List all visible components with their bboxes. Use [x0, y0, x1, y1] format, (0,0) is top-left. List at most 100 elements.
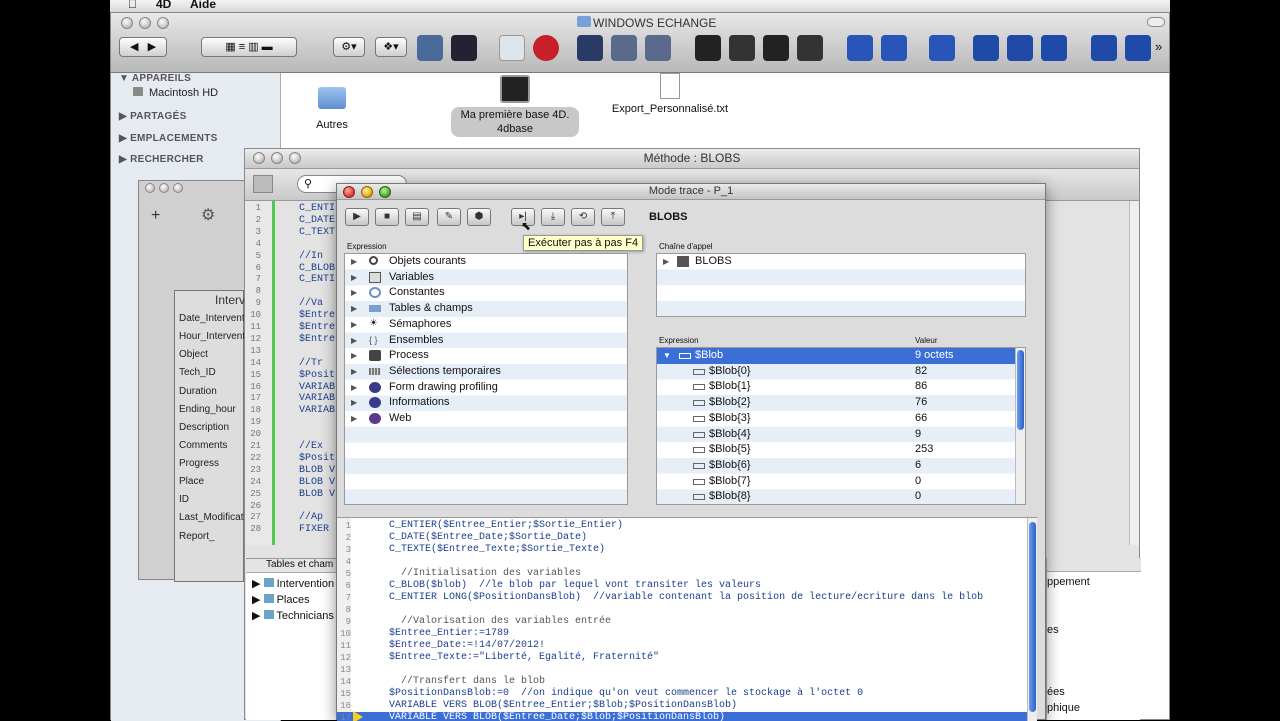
method-close-button[interactable]: [253, 152, 265, 164]
watch-row[interactable]: $Blob{3} 66: [657, 411, 1025, 427]
field-item[interactable]: Report_: [179, 531, 215, 542]
4d-server-icon-4[interactable]: [797, 35, 823, 61]
code-line[interactable]: 15 $PositionDansBlob:=0 //on indique qu'o…: [337, 688, 1037, 700]
code-line[interactable]: 11 $Entree_Date:=!14/07/2012!: [337, 640, 1037, 652]
raspberry-icon[interactable]: [533, 35, 559, 61]
sidebar-section-devices[interactable]: ▼ APPAREILS: [119, 73, 191, 84]
file-export[interactable]: Export_Personnalisé.txt: [605, 73, 735, 115]
field-item[interactable]: Object: [179, 349, 208, 360]
expression-item[interactable]: ▶ Process: [345, 348, 627, 364]
expression-item[interactable]: ▶ Objets courants: [345, 254, 627, 270]
debugger-zoom-button[interactable]: [379, 186, 391, 198]
abort-button[interactable]: ■: [375, 208, 399, 226]
step-out-button[interactable]: ⤒: [601, 208, 625, 226]
4d-server-icon-1[interactable]: [695, 35, 721, 61]
sidebar-section-places[interactable]: ▶ EMPLACEMENTS: [119, 133, 218, 144]
code-line[interactable]: 5 //Initialisation des variables: [337, 568, 1037, 580]
back-forward-buttons[interactable]: ◀ ▶: [119, 37, 167, 57]
table-item-intervention[interactable]: ▶ Intervention: [252, 577, 334, 590]
debugger-minimize-button[interactable]: [361, 186, 373, 198]
table-item-places[interactable]: ▶ Places: [252, 593, 310, 606]
code-scroll-thumb[interactable]: [1029, 522, 1036, 712]
code-line[interactable]: 10 $Entree_Entier:=1789: [337, 628, 1037, 640]
field-item[interactable]: Progress: [179, 458, 219, 469]
action-gear-button[interactable]: ⚙▾: [333, 37, 365, 57]
watch-row[interactable]: $Blob{2} 76: [657, 395, 1025, 411]
cube-icon-3[interactable]: [1041, 35, 1067, 61]
4d-server-icon-3[interactable]: [763, 35, 789, 61]
field-item[interactable]: Last_Modificat: [179, 512, 243, 523]
code-line[interactable]: 12 $Entree_Texte:="Liberté, Egalité, Frat…: [337, 652, 1037, 664]
save-settings-button[interactable]: ⬢: [467, 208, 491, 226]
code-line[interactable]: 14 //Transfert dans le blob: [337, 676, 1037, 688]
debugger-close-button[interactable]: [343, 186, 355, 198]
expression-item[interactable]: ▶ Sélections temporaires: [345, 364, 627, 380]
network-icon-1[interactable]: [847, 35, 873, 61]
finder-zoom-button[interactable]: [157, 17, 169, 29]
disclosure-icon[interactable]: ▶: [663, 254, 669, 270]
code-line[interactable]: 9 //Valorisation des variables entrée: [337, 616, 1037, 628]
menu-app[interactable]: 4D: [156, 0, 171, 11]
code-line[interactable]: 6 C_BLOB($blob) //le blob par lequel vont…: [337, 580, 1037, 592]
step-into-button[interactable]: ⤓: [541, 208, 565, 226]
code-line[interactable]: 13: [337, 664, 1037, 676]
field-item[interactable]: Date_Intervent: [179, 313, 245, 324]
apple-icon[interactable]: : [128, 0, 137, 11]
app-shortcut-icon[interactable]: [417, 35, 443, 61]
gear-icon[interactable]: ⚙: [201, 205, 215, 225]
cube-icon-5[interactable]: [1125, 35, 1151, 61]
dropbox-button[interactable]: ❖▾: [375, 37, 407, 57]
expression-item[interactable]: ▶ Constantes: [345, 285, 627, 301]
field-item[interactable]: Tech_ID: [179, 367, 216, 378]
disclosure-icon[interactable]: ▶: [351, 270, 357, 286]
watch-row[interactable]: $Blob{0} 82: [657, 364, 1025, 380]
disclosure-icon[interactable]: ▶: [351, 317, 357, 333]
code-line[interactable]: 3 C_TEXTE($Entree_Texte;$Sortie_Texte): [337, 544, 1037, 556]
watch-row[interactable]: $Blob{8} 0: [657, 489, 1025, 504]
explorer-minimize-button[interactable]: [159, 183, 169, 193]
watch-row[interactable]: $Blob{5} 253: [657, 442, 1025, 458]
menu-help[interactable]: Aide: [190, 0, 216, 11]
cube-icon-4[interactable]: [1091, 35, 1117, 61]
file-autres[interactable]: Autres: [307, 87, 357, 131]
method-scrollbar[interactable]: [1129, 201, 1139, 545]
callchain-item[interactable]: ▶ BLOBS: [657, 254, 1025, 270]
field-item[interactable]: ID: [179, 494, 189, 505]
disclosure-icon[interactable]: ▶: [351, 254, 357, 270]
cube-icon-1[interactable]: [973, 35, 999, 61]
watch-row[interactable]: ▼ $Blob 9 octets: [657, 348, 1025, 364]
watch-row[interactable]: $Blob{4} 9: [657, 427, 1025, 443]
disclosure-icon[interactable]: ▶: [351, 364, 357, 380]
cube-icon-2[interactable]: [1007, 35, 1033, 61]
sidebar-section-shared[interactable]: ▶ PARTAGÉS: [119, 111, 187, 122]
expression-item[interactable]: ▶ Form drawing profiling: [345, 380, 627, 396]
field-item[interactable]: Hour_Intervent: [179, 331, 245, 342]
method-zoom-button[interactable]: [289, 152, 301, 164]
field-item[interactable]: Description: [179, 422, 229, 433]
sidebar-item-macintosh-hd[interactable]: Macintosh HD: [149, 87, 218, 99]
code-line[interactable]: 8: [337, 604, 1037, 616]
field-item[interactable]: Ending_hour: [179, 404, 236, 415]
disclosure-icon[interactable]: ▼: [663, 348, 671, 364]
expression-item[interactable]: ▶ Tables & champs: [345, 301, 627, 317]
expression-item[interactable]: ▶ ☀ Sémaphores: [345, 317, 627, 333]
4d-tool-icon-1[interactable]: [577, 35, 603, 61]
disclosure-icon[interactable]: ▶: [351, 380, 357, 396]
field-item[interactable]: Place: [179, 476, 204, 487]
step-into-process-button[interactable]: ⟲: [571, 208, 595, 226]
code-line[interactable]: 4: [337, 556, 1037, 568]
4d-tool-icon-3[interactable]: [645, 35, 671, 61]
disclosure-icon[interactable]: ▶: [351, 395, 357, 411]
file-4dbase[interactable]: Ma première base 4D. 4dbase: [451, 75, 579, 137]
disclosure-icon[interactable]: ▶: [351, 301, 357, 317]
expression-item[interactable]: ▶ Informations: [345, 395, 627, 411]
disclosure-icon[interactable]: ▶: [351, 348, 357, 364]
disclosure-icon[interactable]: ▶: [351, 333, 357, 349]
watch-scroll-thumb[interactable]: [1017, 350, 1024, 430]
code-line[interactable]: 1 C_ENTIER($Entree_Entier;$Sortie_Entier): [337, 520, 1037, 532]
method-minimize-button[interactable]: [271, 152, 283, 164]
expression-item[interactable]: ▶ Variables: [345, 270, 627, 286]
field-item[interactable]: Duration: [179, 386, 217, 397]
finder-minimize-button[interactable]: [139, 17, 151, 29]
disclosure-icon[interactable]: ▶: [351, 285, 357, 301]
